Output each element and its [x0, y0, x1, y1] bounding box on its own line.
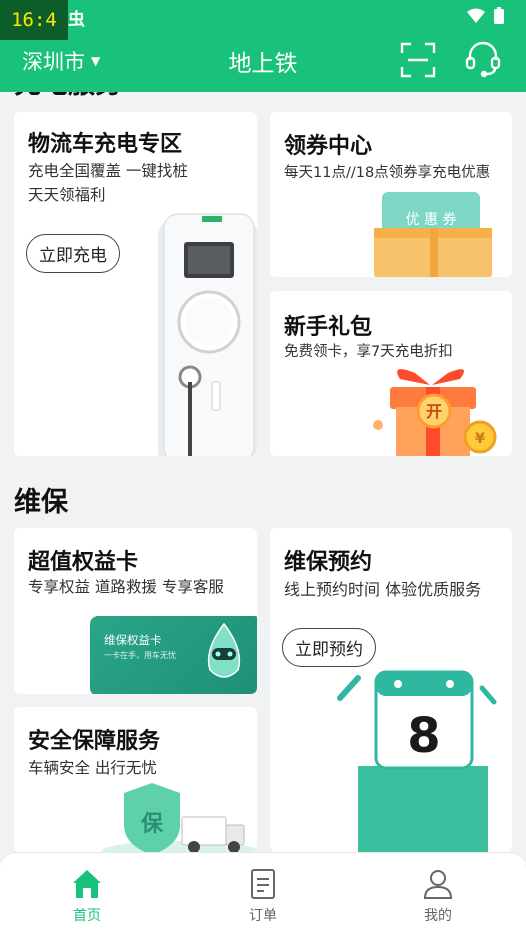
home-icon — [73, 870, 101, 898]
coupon-ticket-text: 优 惠 券 — [406, 212, 457, 228]
status-notification-text: 虫 — [68, 10, 85, 30]
section-title-maintenance: 维保 — [14, 487, 68, 518]
newbie-gift-card[interactable]: 新手礼包 免费领卡，享7天充电折扣 开 ¥ — [270, 291, 512, 456]
coupon-center-card[interactable]: 领券中心 每天11点//18点领券享充电优惠 优 惠 券 — [270, 112, 512, 277]
nav-home[interactable]: 首页 — [37, 867, 137, 925]
safety-illustration: 保 — [102, 783, 257, 852]
status-time: 16:4 — [0, 0, 68, 40]
mascot-icon — [207, 622, 241, 678]
calendar-illustration: 8 — [337, 670, 497, 852]
shield-char: 保 — [140, 812, 164, 837]
nav-home-label: 首页 — [73, 908, 101, 924]
card-subtitle: 车辆安全 出行无忧 — [28, 759, 157, 777]
card-title: 新手礼包 — [284, 315, 373, 340]
nav-orders-label: 订单 — [249, 908, 277, 924]
card-title: 维保预约 — [284, 550, 373, 575]
wifi-icon — [467, 8, 485, 23]
nav-mine[interactable]: 我的 — [388, 867, 488, 925]
scan-icon[interactable] — [400, 42, 436, 78]
equity-card-label: 维保权益卡 — [104, 633, 162, 647]
battery-icon — [494, 7, 504, 24]
nav-orders[interactable]: 订单 — [213, 867, 313, 925]
equity-card-card[interactable]: 超值权益卡 专享权益 道路救援 专享客服 维保权益卡 一卡在手，用车无忧 — [14, 528, 257, 694]
card-subtitle: 线上预约时间 体验优质服务 — [284, 580, 482, 599]
card-subtitle: 免费领卡，享7天充电折扣 — [284, 344, 453, 360]
card-subtitle: 每天11点//18点领券享充电优惠 — [284, 165, 491, 181]
equity-card-caption: 一卡在手，用车无忧 — [104, 651, 176, 660]
charging-pile-illustration — [158, 213, 257, 456]
card-title: 领券中心 — [284, 134, 373, 159]
calendar-day: 8 — [407, 708, 440, 764]
charge-now-button[interactable]: 立即充电 — [26, 234, 120, 273]
card-title: 安全保障服务 — [28, 729, 161, 754]
customer-service-icon[interactable] — [464, 40, 502, 78]
user-icon — [423, 870, 453, 899]
nav-mine-label: 我的 — [424, 908, 452, 924]
maintenance-booking-card[interactable]: 维保预约 线上预约时间 体验优质服务 立即预约 8 — [270, 528, 512, 852]
book-now-button[interactable]: 立即预约 — [282, 628, 376, 667]
safety-service-card[interactable]: 安全保障服务 车辆安全 出行无忧 保 — [14, 707, 257, 852]
app-header: 16:4 虫 深圳市 ▼ 地上铁 — [0, 0, 526, 92]
status-icons — [466, 7, 504, 24]
coin-char: ¥ — [475, 431, 485, 447]
gift-char: 开 — [426, 402, 442, 421]
card-title: 物流车充电专区 — [28, 132, 183, 157]
logistics-charging-card[interactable]: 物流车充电专区 充电全国覆盖 一键找桩 天天领福利 立即充电 — [14, 112, 257, 456]
gift-box-illustration: 开 ¥ — [373, 369, 497, 456]
card-subtitle: 专享权益 道路救援 专享客服 — [28, 578, 224, 596]
coupon-illustration: 优 惠 券 — [374, 192, 492, 277]
bottom-navigation: 首页 订单 我的 — [0, 852, 526, 936]
order-list-icon — [251, 869, 275, 899]
card-title: 超值权益卡 — [28, 550, 139, 575]
card-subtitle-2: 天天领福利 — [28, 186, 106, 204]
card-subtitle: 充电全国覆盖 一键找桩 — [28, 162, 188, 180]
equity-card-illustration: 维保权益卡 一卡在手，用车无忧 — [90, 616, 257, 694]
page-title: 地上铁 — [228, 51, 298, 77]
status-bar: 16:4 虫 — [0, 0, 526, 40]
